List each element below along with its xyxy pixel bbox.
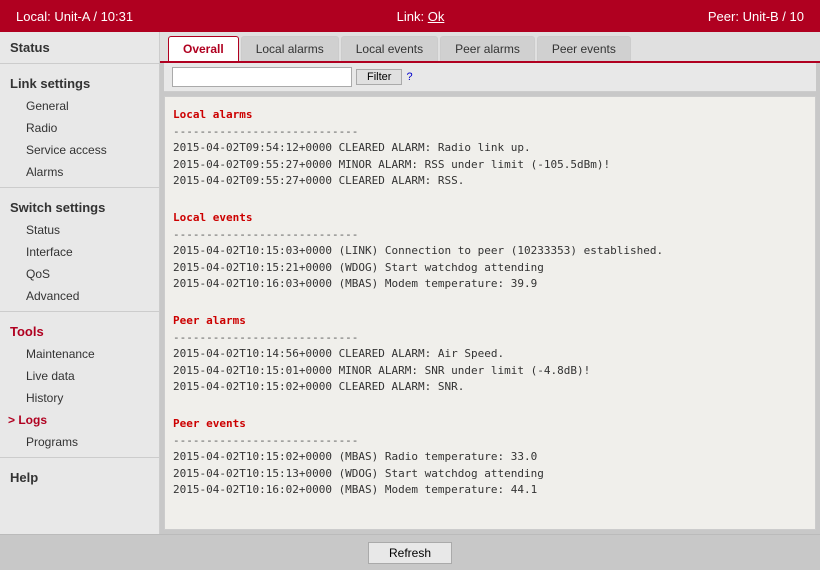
peer-alarm-line-2: 2015-04-02T10:15:01+0000 MINOR ALARM: SN…: [173, 363, 807, 380]
sidebar-help-title: Help: [0, 462, 159, 489]
peer-info: Peer: Unit-B / 10: [708, 9, 804, 24]
local-events-title: Local events: [173, 210, 807, 227]
link-info: Link: Ok: [397, 9, 445, 24]
tabs: Overall Local alarms Local events Peer a…: [160, 32, 820, 63]
local-time: 10:31: [101, 9, 134, 24]
local-info: Local: Unit-A / 10:31: [16, 9, 133, 24]
sidebar-item-service-access[interactable]: Service access: [0, 139, 159, 161]
local-alarms-separator: ----------------------------: [173, 124, 807, 141]
tab-local-events[interactable]: Local events: [341, 36, 438, 61]
refresh-button[interactable]: Refresh: [368, 542, 452, 564]
peer-event-line-3: 2015-04-02T10:16:02+0000 (MBAS) Modem te…: [173, 482, 807, 499]
local-label: Local:: [16, 9, 51, 24]
sidebar-item-programs[interactable]: Programs: [0, 431, 159, 453]
filter-input[interactable]: [172, 67, 352, 87]
peer-event-line-2: 2015-04-02T10:15:13+0000 (WDOG) Start wa…: [173, 466, 807, 483]
peer-alarm-line-3: 2015-04-02T10:15:02+0000 CLEARED ALARM: …: [173, 379, 807, 396]
tab-overall[interactable]: Overall: [168, 36, 239, 61]
tab-peer-alarms[interactable]: Peer alarms: [440, 36, 535, 61]
sidebar-link-settings-title: Link settings: [0, 68, 159, 95]
local-event-line-3: 2015-04-02T10:16:03+0000 (MBAS) Modem te…: [173, 276, 807, 293]
content-area: Overall Local alarms Local events Peer a…: [160, 32, 820, 534]
tab-peer-events[interactable]: Peer events: [537, 36, 631, 61]
sidebar-item-interface[interactable]: Interface: [0, 241, 159, 263]
sidebar-item-general[interactable]: General: [0, 95, 159, 117]
sidebar-item-history[interactable]: History: [0, 387, 159, 409]
peer-label: Peer:: [708, 9, 739, 24]
local-event-line-1: 2015-04-02T10:15:03+0000 (LINK) Connecti…: [173, 243, 807, 260]
peer-alarms-separator: ----------------------------: [173, 330, 807, 347]
local-unit: Unit-A: [54, 9, 89, 24]
sidebar-item-radio[interactable]: Radio: [0, 117, 159, 139]
sidebar-switch-settings-title: Switch settings: [0, 192, 159, 219]
sidebar-item-status[interactable]: Status: [0, 219, 159, 241]
tab-local-alarms[interactable]: Local alarms: [241, 36, 339, 61]
link-label: Link:: [397, 9, 424, 24]
sidebar-tools-title: Tools: [0, 316, 159, 343]
local-events-separator: ----------------------------: [173, 227, 807, 244]
peer-unit: Unit-B / 10: [743, 9, 804, 24]
bottom-bar: Refresh: [0, 534, 820, 570]
local-alarms-title: Local alarms: [173, 107, 807, 124]
link-status[interactable]: Ok: [428, 9, 445, 24]
peer-event-line-1: 2015-04-02T10:15:02+0000 (MBAS) Radio te…: [173, 449, 807, 466]
sidebar-item-maintenance[interactable]: Maintenance: [0, 343, 159, 365]
sidebar-item-advanced[interactable]: Advanced: [0, 285, 159, 307]
sidebar-item-qos[interactable]: QoS: [0, 263, 159, 285]
peer-events-separator: ----------------------------: [173, 433, 807, 450]
top-bar: Local: Unit-A / 10:31 Link: Ok Peer: Uni…: [0, 0, 820, 32]
sidebar-status-title: Status: [0, 32, 159, 59]
peer-alarm-line-1: 2015-04-02T10:14:56+0000 CLEARED ALARM: …: [173, 346, 807, 363]
local-alarm-line-3: 2015-04-02T09:55:27+0000 CLEARED ALARM: …: [173, 173, 807, 190]
filter-help[interactable]: ?: [406, 71, 412, 83]
local-alarm-line-1: 2015-04-02T09:54:12+0000 CLEARED ALARM: …: [173, 140, 807, 157]
sidebar: Status Link settings General Radio Servi…: [0, 32, 160, 534]
log-container: Local alarms ---------------------------…: [164, 96, 816, 530]
sidebar-item-alarms[interactable]: Alarms: [0, 161, 159, 183]
filter-button[interactable]: Filter: [356, 69, 402, 85]
sidebar-item-logs[interactable]: Logs: [0, 409, 159, 431]
local-alarm-line-2: 2015-04-02T09:55:27+0000 MINOR ALARM: RS…: [173, 157, 807, 174]
local-event-line-2: 2015-04-02T10:15:21+0000 (WDOG) Start wa…: [173, 260, 807, 277]
peer-events-title: Peer events: [173, 416, 807, 433]
filter-row: Filter ?: [164, 63, 816, 92]
peer-alarms-title: Peer alarms: [173, 313, 807, 330]
sidebar-item-live-data[interactable]: Live data: [0, 365, 159, 387]
